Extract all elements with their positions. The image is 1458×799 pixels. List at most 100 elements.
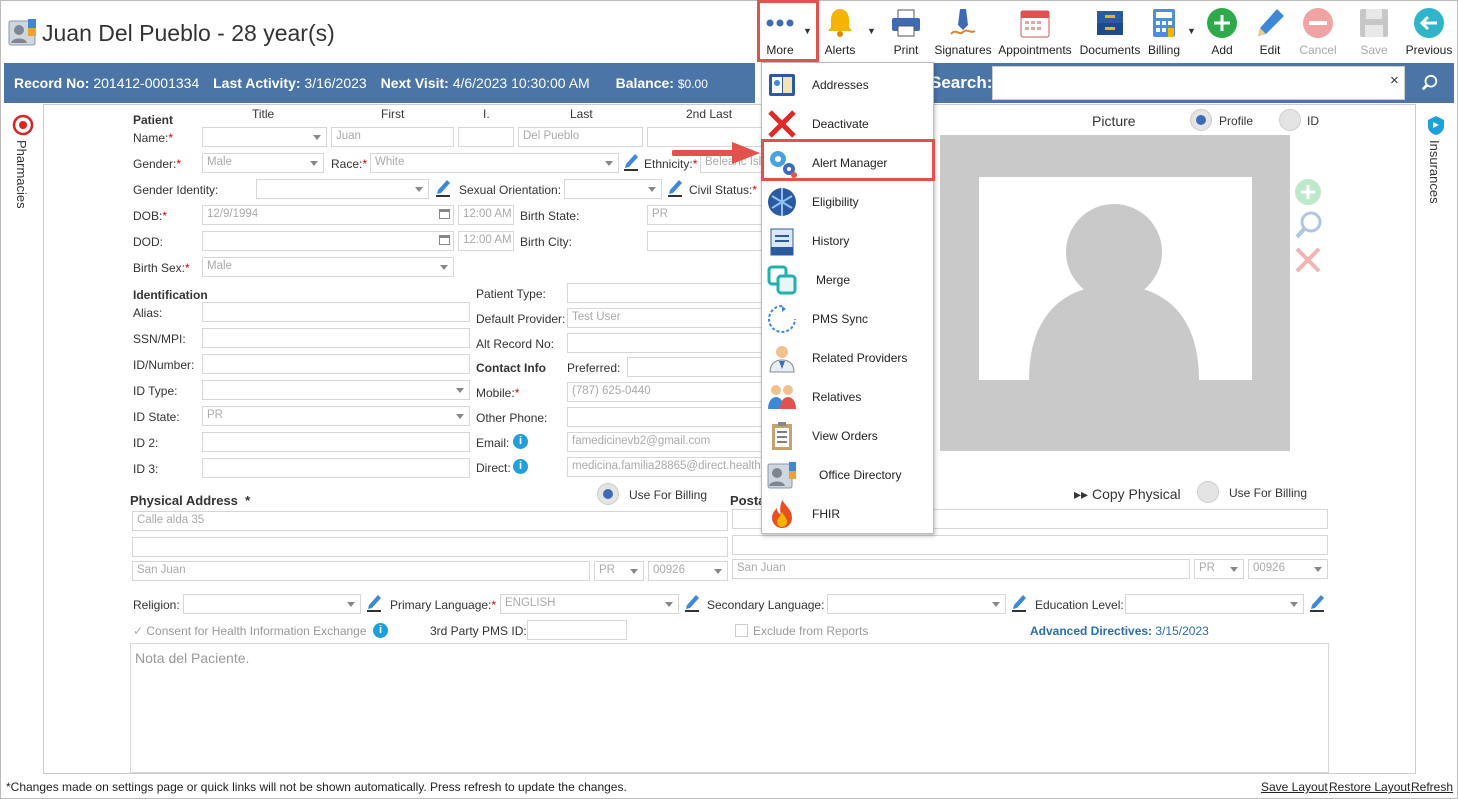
email-info-icon[interactable]: i <box>513 434 528 449</box>
id3-field[interactable] <box>202 458 470 478</box>
first-name-field[interactable]: Juan <box>331 127 454 147</box>
secondary-language-pencil-icon[interactable] <box>1011 594 1027 612</box>
insurances-rail[interactable]: Insurances <box>1417 104 1457 774</box>
postal-zip-select[interactable]: 00926 <box>1248 559 1328 579</box>
menu-item-view-orders[interactable]: View Orders <box>762 416 933 455</box>
patient-notes-textarea[interactable]: Nota del Paciente. <box>130 643 1329 773</box>
pharmacies-rail[interactable]: Pharmacies <box>4 104 44 774</box>
sexual-orientation-select[interactable] <box>564 179 662 199</box>
sexual-orientation-pencil-icon[interactable] <box>667 179 683 197</box>
add-button[interactable]: Add <box>1204 0 1240 62</box>
menu-item-pms-sync[interactable]: PMS Sync <box>762 299 933 338</box>
zoom-picture-icon[interactable] <box>1294 210 1324 240</box>
profile-radio[interactable] <box>1190 109 1212 131</box>
direct-info-icon[interactable]: i <box>513 459 528 474</box>
menu-item-deactivate[interactable]: Deactivate <box>762 104 933 143</box>
email-field[interactable]: famedicinevb2@gmail.com <box>567 432 767 452</box>
appointments-button[interactable]: Appointments <box>996 0 1074 62</box>
gender-select[interactable]: Male <box>202 153 324 173</box>
menu-item-history[interactable]: History <box>762 221 933 260</box>
menu-item-addresses[interactable]: Addresses <box>762 65 933 104</box>
id-number-field[interactable] <box>202 354 470 374</box>
physical-zip-select[interactable]: 00926 <box>648 561 728 581</box>
alias-field[interactable] <box>202 302 470 322</box>
billing-button[interactable]: Billing <box>1144 0 1184 62</box>
id-radio[interactable] <box>1279 109 1301 131</box>
patient-type-select[interactable] <box>567 283 767 303</box>
postal-use-billing-radio[interactable] <box>1197 481 1219 503</box>
alerts-button[interactable]: Alerts <box>819 0 861 62</box>
menu-item-related-providers[interactable]: Related Providers <box>762 338 933 377</box>
edit-button[interactable]: Edit <box>1250 0 1290 62</box>
copy-physical-link[interactable]: ▸▸ Copy Physical <box>1074 486 1181 503</box>
previous-button[interactable]: Previous <box>1404 0 1454 62</box>
title-select[interactable] <box>202 127 327 147</box>
delete-picture-icon[interactable] <box>1294 246 1322 274</box>
physical-use-billing-radio[interactable] <box>597 483 619 505</box>
religion-pencil-icon[interactable] <box>366 594 382 612</box>
physical-city-field[interactable]: San Juan <box>132 561 590 581</box>
physical-line2-field[interactable] <box>132 537 728 557</box>
mobile-field[interactable]: (787) 625-0440 <box>567 382 767 402</box>
birth-city-field[interactable] <box>647 231 767 251</box>
save-layout-link[interactable]: Save Layout <box>1261 780 1328 794</box>
dod-field[interactable] <box>202 231 454 251</box>
third-party-field[interactable] <box>527 620 627 640</box>
birth-sex-select[interactable]: Male <box>202 257 454 277</box>
alt-record-field[interactable] <box>567 333 767 353</box>
secondary-language-select[interactable] <box>827 594 1006 614</box>
default-provider-select[interactable]: Test User <box>567 308 767 328</box>
preferred-select[interactable] <box>627 357 767 377</box>
id-type-select[interactable] <box>202 380 470 400</box>
menu-item-office-directory[interactable]: Office Directory <box>762 455 933 494</box>
ssn-field[interactable] <box>202 328 470 348</box>
primary-language-pencil-icon[interactable] <box>684 594 700 612</box>
cancel-button[interactable]: Cancel <box>1296 0 1340 62</box>
billing-chevron-down-icon[interactable]: ▼ <box>1187 26 1196 36</box>
consent-checkbox[interactable]: ✓ Consent for Health Information Exchang… <box>133 624 367 638</box>
search-clear-button[interactable]: × <box>1390 72 1399 89</box>
gender-identity-pencil-icon[interactable] <box>435 179 451 197</box>
exclude-checkbox[interactable] <box>735 624 748 637</box>
postal-line2-field[interactable] <box>732 535 1328 555</box>
primary-language-select[interactable]: ENGLISH <box>500 594 679 614</box>
restore-layout-link[interactable]: Restore Layout <box>1329 780 1410 794</box>
signatures-button[interactable]: Signatures <box>932 0 994 62</box>
last-name-field[interactable]: Del Pueblo <box>518 127 643 147</box>
dob-field[interactable]: 12/9/1994 <box>202 205 454 225</box>
menu-item-fhir[interactable]: FHIR <box>762 494 933 533</box>
search-button[interactable] <box>1406 66 1454 100</box>
dob-time-field[interactable]: 12:00 AM <box>458 205 514 225</box>
religion-select[interactable] <box>183 594 361 614</box>
consent-info-icon[interactable]: i <box>373 623 388 638</box>
dod-calendar-icon[interactable] <box>439 234 450 245</box>
menu-item-merge[interactable]: Merge <box>762 260 933 299</box>
race-select[interactable]: White <box>370 153 619 173</box>
search-input[interactable] <box>992 66 1405 100</box>
race-pencil-icon[interactable] <box>623 153 639 171</box>
other-phone-field[interactable] <box>567 407 767 427</box>
alerts-chevron-down-icon[interactable]: ▼ <box>867 26 876 36</box>
menu-item-eligibility[interactable]: Eligibility <box>762 182 933 221</box>
save-button[interactable]: Save <box>1354 0 1394 62</box>
advanced-directives-link[interactable]: Advanced Directives: 3/15/2023 <box>1030 624 1209 638</box>
postal-state-select[interactable]: PR <box>1194 559 1244 579</box>
id2-field[interactable] <box>202 432 470 452</box>
initial-field[interactable] <box>458 127 514 147</box>
dob-calendar-icon[interactable] <box>439 208 450 219</box>
physical-state-select[interactable]: PR <box>594 561 644 581</box>
menu-item-relatives[interactable]: Relatives <box>762 377 933 416</box>
print-button[interactable]: Print <box>884 0 928 62</box>
postal-city-field[interactable]: San Juan <box>732 559 1190 579</box>
gender-identity-select[interactable] <box>256 179 429 199</box>
dod-time-field[interactable]: 12:00 AM <box>458 231 514 251</box>
education-level-select[interactable] <box>1125 594 1304 614</box>
id-state-select[interactable]: PR <box>202 406 470 426</box>
documents-button[interactable]: Documents <box>1078 0 1142 62</box>
direct-field[interactable]: medicina.familia28865@direct.healthw <box>567 457 767 477</box>
refresh-link[interactable]: Refresh <box>1411 780 1453 794</box>
physical-line1-field[interactable]: Calle alda 35 <box>132 511 728 531</box>
birth-state-select[interactable]: PR <box>647 205 767 225</box>
add-picture-icon[interactable] <box>1294 178 1322 206</box>
education-level-pencil-icon[interactable] <box>1309 594 1325 612</box>
